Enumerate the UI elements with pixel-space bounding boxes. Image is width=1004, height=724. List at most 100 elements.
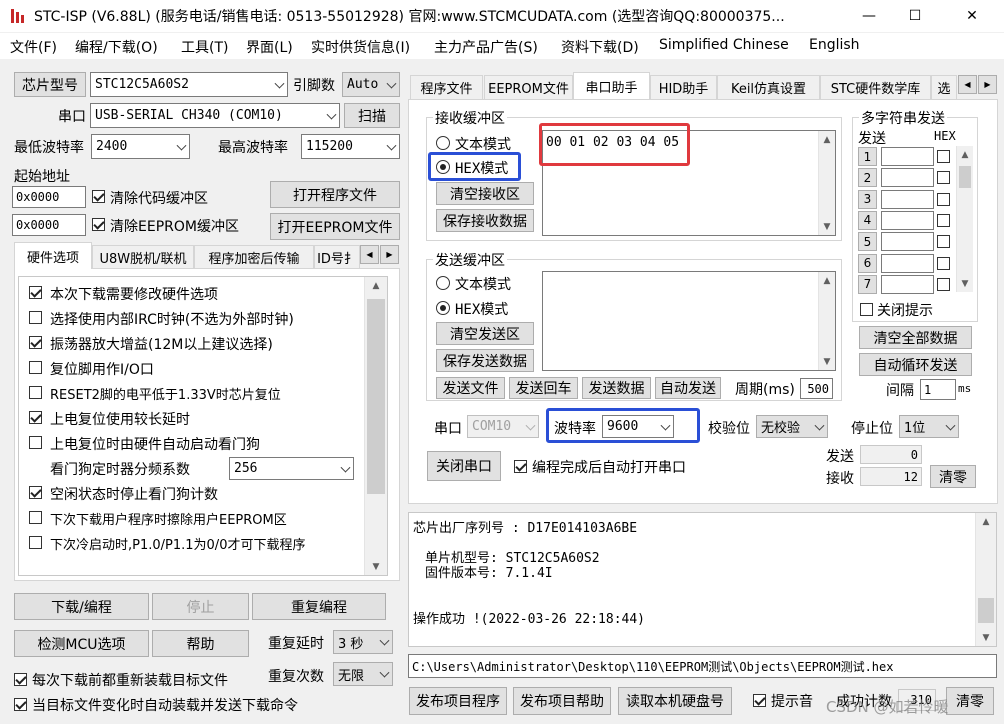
multi-send-row-button[interactable]: 1 — [858, 147, 877, 166]
parity-select[interactable]: 无校验 — [756, 415, 828, 438]
save-receive-button[interactable]: 保存接收数据 — [436, 209, 534, 232]
tab-program-file[interactable]: 程序文件 — [410, 75, 483, 99]
scroll-down-icon[interactable]: ▼ — [819, 353, 835, 370]
send-textarea[interactable] — [542, 271, 836, 371]
multi-send-row-input[interactable] — [881, 253, 934, 273]
multi-send-row-hex-checkbox[interactable] — [937, 192, 950, 206]
multi-send-row-hex-checkbox[interactable] — [937, 256, 950, 270]
tone-checkbox[interactable] — [753, 694, 766, 707]
tab-serial-assistant[interactable]: 串口助手 — [573, 72, 650, 99]
read-disk-id-button[interactable]: 读取本机硬盘号 — [618, 687, 732, 715]
log-scrollbar[interactable]: ▲ ▼ — [975, 513, 996, 646]
receive-scrollbar[interactable]: ▲ ▼ — [818, 131, 835, 235]
scroll-down-icon[interactable]: ▼ — [365, 558, 387, 575]
multi-send-row-button[interactable]: 7 — [858, 274, 877, 294]
multi-send-row-hex-checkbox[interactable] — [937, 171, 950, 185]
tab-u8w[interactable]: U8W脱机/联机 — [92, 245, 194, 269]
tab-scroll-right[interactable]: ▶ — [380, 245, 399, 264]
tab-scroll-left[interactable]: ◀ — [958, 75, 977, 94]
options-scrollbar[interactable]: ▲ ▼ — [364, 277, 387, 575]
multi-send-row-button[interactable]: 4 — [858, 210, 877, 230]
maximize-button[interactable]: ☐ — [892, 0, 938, 32]
option-checkbox[interactable] — [29, 361, 42, 374]
eeprom-address-input[interactable]: 0x0000 — [12, 214, 86, 236]
send-enter-button[interactable]: 发送回车 — [509, 377, 578, 399]
period-input[interactable]: 500 — [800, 378, 833, 399]
send-file-button[interactable]: 发送文件 — [436, 377, 505, 399]
send-data-button[interactable]: 发送数据 — [582, 377, 651, 399]
publish-help-button[interactable]: 发布项目帮助 — [513, 687, 611, 715]
minimize-button[interactable]: — — [846, 0, 892, 32]
tab-hardware-options[interactable]: 硬件选项 — [14, 242, 92, 269]
menu-program[interactable]: 编程/下载(O) — [75, 37, 158, 57]
tab-eeprom-file[interactable]: EEPROM文件 — [484, 75, 573, 99]
option-checkbox[interactable] — [29, 536, 42, 549]
send-scrollbar[interactable]: ▲ ▼ — [818, 272, 835, 370]
scroll-down-icon[interactable]: ▼ — [957, 275, 973, 292]
multi-send-row-input[interactable] — [881, 189, 934, 209]
scroll-thumb[interactable] — [978, 598, 994, 623]
send-hex-mode-radio[interactable] — [436, 301, 450, 315]
option-checkbox[interactable] — [29, 486, 42, 499]
tab-id[interactable]: ID号扌 — [314, 245, 360, 269]
clear-all-data-button[interactable]: 清空全部数据 — [859, 326, 972, 349]
scroll-up-icon[interactable]: ▲ — [365, 277, 387, 294]
menu-downloads[interactable]: 资料下载(D) — [561, 37, 639, 57]
multi-send-row-button[interactable]: 3 — [858, 189, 877, 209]
clear-send-button[interactable]: 清空发送区 — [436, 322, 534, 345]
option-checkbox[interactable] — [29, 436, 42, 449]
scroll-up-icon[interactable]: ▲ — [976, 513, 996, 530]
option-checkbox[interactable] — [29, 311, 42, 324]
multi-send-row-hex-checkbox[interactable] — [937, 213, 950, 227]
watchdog-select[interactable]: 256 — [229, 457, 354, 480]
multi-send-row-input[interactable] — [881, 274, 934, 294]
close-button[interactable]: ✕ — [944, 0, 1000, 32]
multi-send-row-button[interactable]: 5 — [858, 232, 877, 252]
close-serial-button[interactable]: 关闭串口 — [427, 451, 501, 481]
scroll-up-icon[interactable]: ▲ — [819, 131, 835, 148]
menu-supply-info[interactable]: 实时供货信息(I) — [311, 37, 410, 57]
code-address-input[interactable]: 0x0000 — [12, 186, 86, 208]
menu-tools[interactable]: 工具(T) — [181, 37, 228, 57]
tab-scroll-right[interactable]: ▶ — [978, 75, 997, 94]
multi-send-row-input[interactable] — [881, 210, 934, 230]
download-button[interactable]: 下载/编程 — [14, 593, 149, 620]
receive-text-mode-radio[interactable] — [436, 136, 450, 150]
clear-success-count-button[interactable]: 清零 — [946, 687, 994, 715]
reprogram-button[interactable]: 重复编程 — [252, 593, 386, 620]
scan-button[interactable]: 扫描 — [344, 103, 400, 128]
multi-scrollbar[interactable]: ▲ ▼ — [956, 146, 973, 292]
menu-ads[interactable]: 主力产品广告(S) — [434, 37, 538, 57]
multi-send-row-button[interactable]: 2 — [858, 168, 877, 188]
port-select[interactable]: USB-SERIAL CH340 (COM10) — [90, 103, 340, 128]
scroll-up-icon[interactable]: ▲ — [957, 146, 973, 163]
multi-send-row-hex-checkbox[interactable] — [937, 235, 950, 249]
serial-port-select[interactable]: COM10 — [467, 415, 539, 438]
pin-count-select[interactable]: Auto — [342, 72, 400, 97]
tab-keil-settings[interactable]: Keil仿真设置 — [717, 75, 820, 99]
multi-send-row-input[interactable] — [881, 232, 934, 252]
scroll-thumb[interactable] — [367, 299, 385, 494]
auto-send-button[interactable]: 自动发送 — [655, 377, 721, 399]
chip-model-select[interactable]: STC12C5A60S2 — [90, 72, 288, 97]
scroll-down-icon[interactable]: ▼ — [819, 218, 835, 235]
stop-button[interactable]: 停止 — [152, 593, 249, 620]
help-button[interactable]: 帮助 — [152, 630, 249, 657]
option-checkbox[interactable] — [29, 286, 42, 299]
send-text-mode-radio[interactable] — [436, 276, 450, 290]
clear-counter-button[interactable]: 清零 — [930, 465, 976, 488]
autoload-checkbox[interactable] — [14, 698, 27, 711]
clear-code-checkbox[interactable] — [92, 190, 105, 203]
multi-send-row-button[interactable]: 6 — [858, 253, 877, 273]
repeat-count-select[interactable]: 无限 — [333, 662, 393, 686]
min-baud-select[interactable]: 2400 — [91, 134, 190, 159]
interval-input[interactable]: 1 — [920, 379, 956, 400]
option-checkbox[interactable] — [29, 386, 42, 399]
option-checkbox[interactable] — [29, 336, 42, 349]
publish-program-button[interactable]: 发布项目程序 — [409, 687, 507, 715]
stop-bits-select[interactable]: 1位 — [899, 415, 959, 438]
multi-send-row-input[interactable] — [881, 147, 934, 166]
tab-encrypt[interactable]: 程序加密后传输 — [194, 245, 314, 269]
multi-send-row-hex-checkbox[interactable] — [937, 277, 950, 291]
option-checkbox[interactable] — [29, 511, 42, 524]
